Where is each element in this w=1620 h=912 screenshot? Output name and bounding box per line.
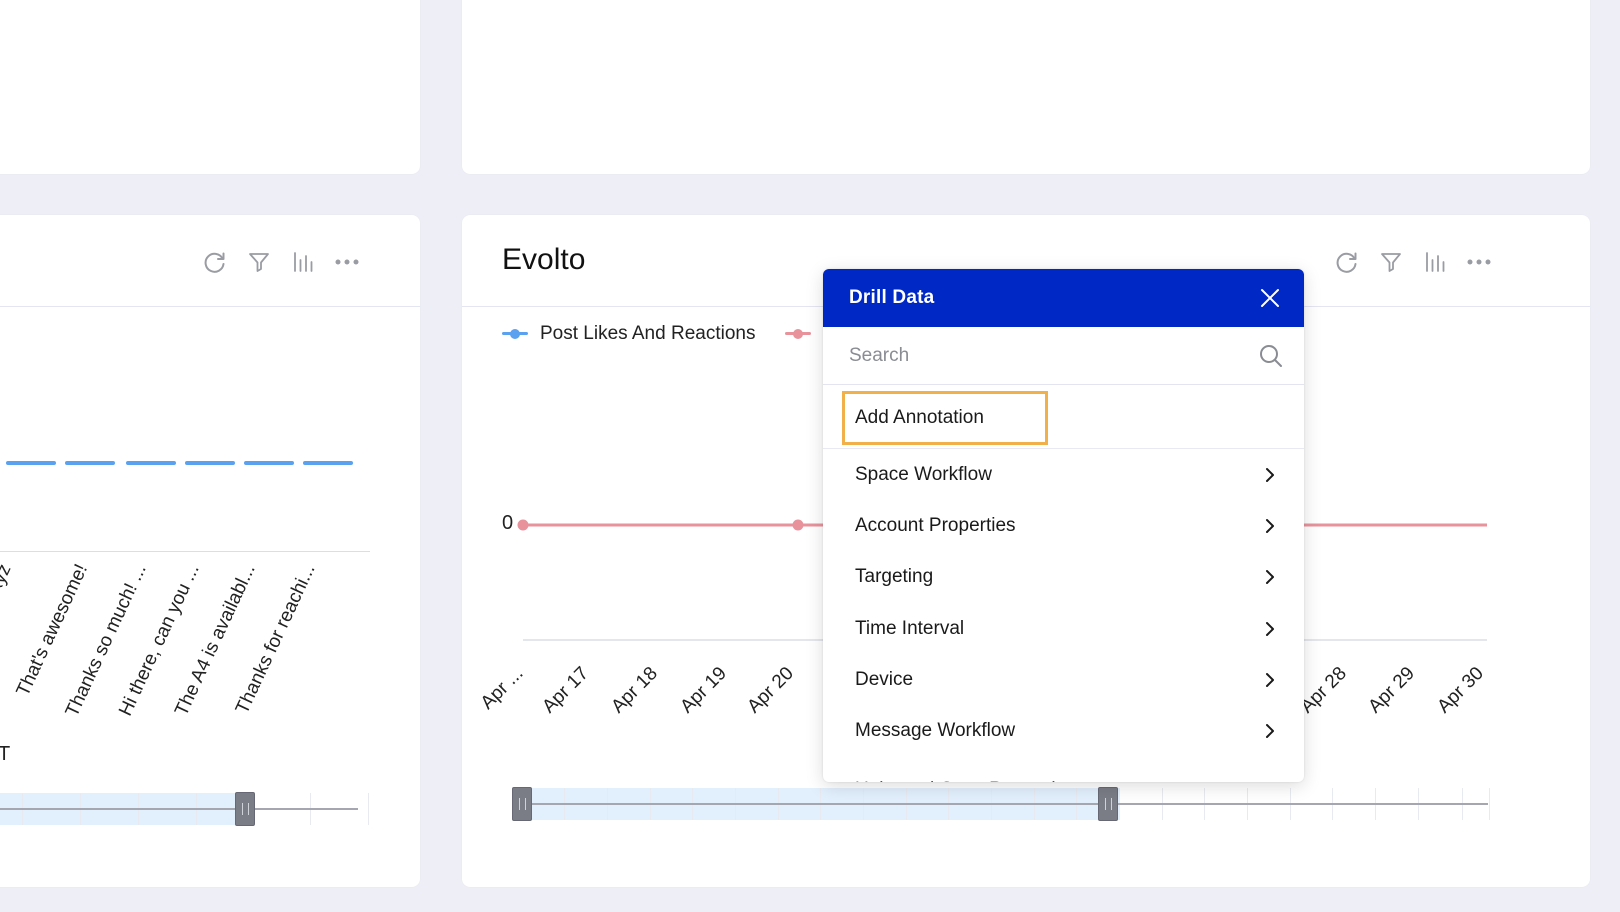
menu-item-label: Device	[855, 668, 914, 690]
chevron-right-icon	[1266, 672, 1274, 687]
range-handle-left[interactable]	[512, 787, 532, 821]
top-left-widget	[0, 0, 420, 174]
menu-item-message-workflow[interactable]: Message Workflow	[823, 705, 1304, 756]
range-grid-line	[368, 793, 369, 825]
bar-mark	[244, 461, 294, 465]
menu-item-targeting[interactable]: Targeting	[823, 552, 1304, 603]
bar-mark	[6, 461, 56, 465]
menu-item-label: Time Interval	[855, 617, 965, 639]
menu-item-space-workflow[interactable]: Space Workflow	[823, 449, 1304, 500]
left-chart-widget: xyz That's awesome! Thanks so much! ... …	[0, 215, 420, 887]
menu-item-label: Space Workflow	[855, 463, 992, 485]
annotation-row: Add Annotation	[823, 385, 1304, 449]
menu-item-label: Targeting	[855, 566, 934, 588]
bar-mark	[126, 461, 176, 465]
x-axis-line	[0, 551, 370, 552]
menu-item-label: Message Workflow	[855, 720, 1016, 742]
filter-icon[interactable]	[244, 247, 274, 277]
range-handle-right[interactable]	[235, 792, 255, 826]
range-grid-line	[1489, 788, 1490, 820]
menu-item-time-interval[interactable]: Time Interval	[823, 603, 1304, 654]
popup-header: Drill Data	[823, 269, 1304, 327]
chevron-right-icon	[1266, 724, 1274, 739]
header-divider	[0, 306, 420, 307]
data-point[interactable]	[517, 519, 529, 531]
menu-item-label: Account Properties	[855, 514, 1016, 536]
left-widget-actions	[200, 245, 362, 279]
bar-mark	[65, 461, 115, 465]
bar-mark	[303, 461, 353, 465]
popup-title: Drill Data	[849, 287, 935, 308]
menu-item-account-properties[interactable]: Account Properties	[823, 500, 1304, 551]
menu-item-device[interactable]: Device	[823, 654, 1304, 705]
range-track	[522, 803, 1488, 805]
search-bar	[823, 327, 1304, 385]
data-point[interactable]	[792, 519, 804, 531]
bar-mark	[185, 461, 235, 465]
drill-menu: Space Workflow Account Properties Target…	[823, 449, 1304, 782]
chevron-right-icon	[1266, 467, 1274, 482]
refresh-icon[interactable]	[200, 247, 230, 277]
range-track	[0, 808, 358, 810]
more-icon[interactable]	[332, 247, 362, 277]
drill-data-popup: Drill Data Add Annotation Space Workflow…	[823, 269, 1304, 782]
add-annotation-button[interactable]: Add Annotation	[842, 391, 1048, 445]
chevron-right-icon	[1266, 570, 1274, 585]
close-icon[interactable]	[1258, 286, 1282, 310]
search-input[interactable]	[849, 344, 1258, 367]
top-right-widget	[462, 0, 1590, 174]
chevron-right-icon	[1266, 518, 1274, 533]
x-tick-label: xyz	[0, 561, 16, 596]
menu-item-label: Universal Case Properties	[855, 779, 1076, 782]
menu-item-universal-case-properties[interactable]: Universal Case Properties	[823, 757, 1304, 782]
chart-type-icon[interactable]	[288, 247, 318, 277]
search-icon[interactable]	[1258, 343, 1284, 369]
footer-label: T	[0, 743, 11, 765]
range-handle-right[interactable]	[1098, 787, 1118, 821]
chevron-right-icon	[1266, 621, 1274, 636]
